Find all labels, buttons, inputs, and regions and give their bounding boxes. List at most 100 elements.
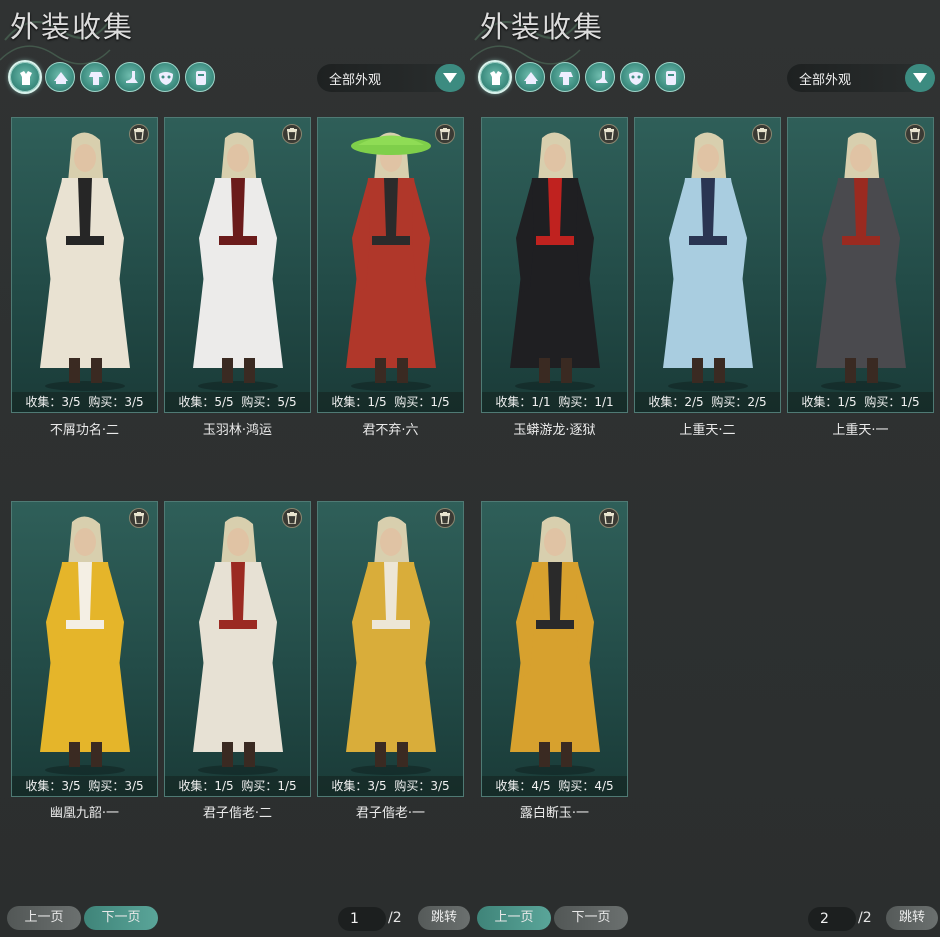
headwear-icon[interactable]: [45, 62, 75, 92]
shoes-icon[interactable]: [585, 62, 615, 92]
outfit-card[interactable]: 收集：3/5 购买：3/5: [317, 501, 464, 797]
character-figure-icon: [816, 132, 906, 391]
top-icon[interactable]: [550, 62, 580, 92]
outfit-name: 君子偕老·二: [202, 806, 273, 821]
outfit-all-icon[interactable]: [480, 62, 510, 92]
outfit-name: 君子偕老·一: [355, 806, 426, 821]
collection-stats: 收集：5/5 购买：5/5: [165, 392, 310, 412]
shoes-icon[interactable]: [115, 62, 145, 92]
outfit-name: 玉蟒游龙·逐狱: [513, 423, 596, 438]
collect-count: 收集：1/5: [801, 395, 857, 409]
collect-count: 收集：1/5: [331, 395, 387, 409]
prev-page-button[interactable]: 上一页: [477, 906, 551, 930]
collect-count: 收集：3/5: [331, 779, 387, 793]
trash-icon[interactable]: [282, 508, 302, 528]
outfit-card[interactable]: 收集：3/5 购买：3/5: [11, 501, 158, 797]
jump-button[interactable]: 跳转: [886, 906, 938, 930]
character-figure-icon: [510, 516, 600, 775]
next-page-button[interactable]: 下一页: [554, 906, 628, 930]
buy-count: 购买：4/5: [558, 779, 614, 793]
collect-count: 收集：5/5: [178, 395, 234, 409]
collect-count: 收集：1/5: [178, 779, 234, 793]
headwear-icon[interactable]: [515, 62, 545, 92]
chevron-down-icon[interactable]: [435, 64, 465, 92]
page-total: /2: [388, 910, 402, 926]
trash-icon[interactable]: [435, 124, 455, 144]
character-figure-icon: [40, 516, 130, 775]
jump-button[interactable]: 跳转: [418, 906, 470, 930]
collection-stats: 收集：2/5 购买：2/5: [635, 392, 780, 412]
trash-icon[interactable]: [752, 124, 772, 144]
character-figure-icon: [40, 132, 130, 391]
collect-count: 收集：2/5: [648, 395, 704, 409]
buy-count: 购买：2/5: [711, 395, 767, 409]
collection-stats: 收集：3/5 购买：3/5: [12, 776, 157, 796]
outfit-card[interactable]: 收集：3/5 购买：3/5: [11, 117, 158, 413]
outfit-name: 上重天·一: [832, 423, 889, 438]
outfit-name: 幽凰九韶·一: [49, 806, 120, 821]
buy-count: 购买：1/5: [241, 779, 297, 793]
trash-icon[interactable]: [129, 124, 149, 144]
trash-icon[interactable]: [905, 124, 925, 144]
outfit-card[interactable]: 收集：2/5 购买：2/5: [634, 117, 781, 413]
trash-icon[interactable]: [435, 508, 455, 528]
collection-stats: 收集：1/5 购买：1/5: [165, 776, 310, 796]
page-title: 外装收集: [480, 10, 605, 44]
buy-count: 购买：3/5: [88, 395, 144, 409]
outfit-name: 上重天·二: [679, 423, 736, 438]
mask-icon[interactable]: [620, 62, 650, 92]
character-figure-icon: [346, 516, 436, 775]
outfit-card[interactable]: 收集：1/1 购买：1/1: [481, 117, 628, 413]
prev-page-button[interactable]: 上一页: [7, 906, 81, 930]
outfit-name: 不屑功名·二: [49, 423, 120, 438]
page-number-input[interactable]: 1: [338, 907, 386, 931]
collect-count: 收集：4/5: [495, 779, 551, 793]
buy-count: 购买：1/1: [558, 395, 614, 409]
outfit-card[interactable]: 收集：1/5 购买：1/5: [317, 117, 464, 413]
outfit-name: 露白断玉·一: [519, 806, 590, 821]
back-icon[interactable]: [185, 62, 215, 92]
buy-count: 购买：1/5: [394, 395, 450, 409]
outfit-all-icon[interactable]: [10, 62, 40, 92]
outfit-card[interactable]: 收集：1/5 购买：1/5: [787, 117, 934, 413]
back-icon[interactable]: [655, 62, 685, 92]
collection-stats: 收集：3/5 购买：3/5: [12, 392, 157, 412]
top-icon[interactable]: [80, 62, 110, 92]
buy-count: 购买：3/5: [88, 779, 144, 793]
character-figure-icon: [193, 132, 283, 391]
character-figure-icon: [663, 132, 753, 391]
trash-icon[interactable]: [129, 508, 149, 528]
outfit-name: 君不弃·六: [362, 423, 419, 438]
dropdown-label: 全部外观: [329, 73, 382, 88]
chevron-down-icon[interactable]: [905, 64, 935, 92]
buy-count: 购买：5/5: [241, 395, 297, 409]
next-page-button[interactable]: 下一页: [84, 906, 158, 930]
outfit-filter-dropdown[interactable]: 全部外观: [317, 64, 465, 92]
outfit-card[interactable]: 收集：5/5 购买：5/5: [164, 117, 311, 413]
character-figure-icon: [510, 132, 600, 391]
outfit-filter-dropdown[interactable]: 全部外观: [787, 64, 935, 92]
character-figure-icon: [193, 516, 283, 775]
dropdown-label: 全部外观: [799, 73, 852, 88]
character-figure-icon: [346, 132, 436, 391]
page-total: /2: [858, 910, 872, 926]
collect-count: 收集：1/1: [495, 395, 551, 409]
outfit-card[interactable]: 收集：4/5 购买：4/5: [481, 501, 628, 797]
trash-icon[interactable]: [282, 124, 302, 144]
collection-stats: 收集：1/1 购买：1/1: [482, 392, 627, 412]
collection-stats: 收集：1/5 购买：1/5: [788, 392, 933, 412]
collection-stats: 收集：4/5 购买：4/5: [482, 776, 627, 796]
outfit-name: 玉羽林·鸿运: [202, 423, 273, 438]
page-title: 外装收集: [10, 10, 135, 44]
collection-stats: 收集：1/5 购买：1/5: [318, 392, 463, 412]
collect-count: 收集：3/5: [25, 395, 81, 409]
buy-count: 购买：1/5: [864, 395, 920, 409]
page-number-input[interactable]: 2: [808, 907, 856, 931]
outfit-card[interactable]: 收集：1/5 购买：1/5: [164, 501, 311, 797]
trash-icon[interactable]: [599, 508, 619, 528]
trash-icon[interactable]: [599, 124, 619, 144]
mask-icon[interactable]: [150, 62, 180, 92]
buy-count: 购买：3/5: [394, 779, 450, 793]
collection-stats: 收集：3/5 购买：3/5: [318, 776, 463, 796]
collect-count: 收集：3/5: [25, 779, 81, 793]
